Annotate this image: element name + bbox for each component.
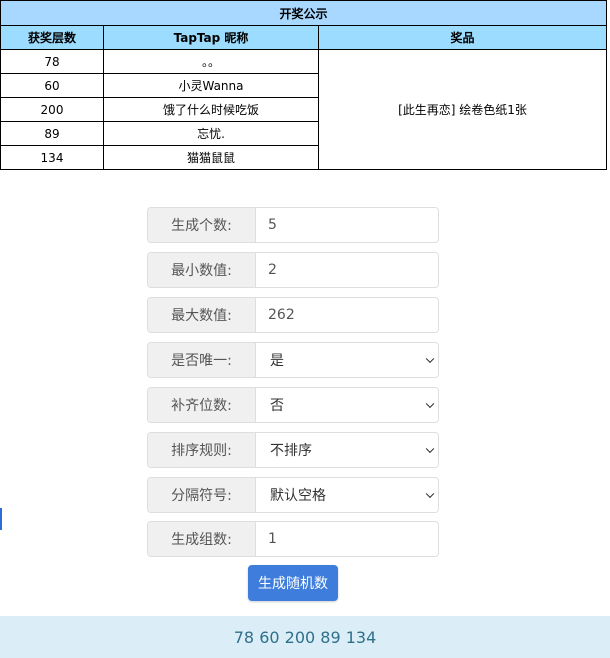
sort-value: 不排序 <box>270 443 312 459</box>
result-output: 78 60 200 89 134 <box>0 616 610 658</box>
prize-table: 开奖公示 获奖层数 TapTap 昵称 奖品 78 。。 [此生再恋] 绘卷色纸… <box>0 0 608 170</box>
max-label: 最大数值: <box>148 298 256 332</box>
table-title: 开奖公示 <box>0 0 608 26</box>
floor-cell: 60 <box>0 73 104 98</box>
pad-select[interactable]: 否 <box>256 388 438 422</box>
unique-label: 是否唯一: <box>148 343 256 377</box>
pad-value: 否 <box>270 398 284 414</box>
nickname-cell: 猫猫鼠鼠 <box>103 145 319 170</box>
min-input[interactable] <box>256 253 438 287</box>
groups-row: 生成组数: <box>147 521 439 557</box>
floor-cell: 89 <box>0 121 104 146</box>
sort-select[interactable]: 不排序 <box>256 433 438 467</box>
header-prize: 奖品 <box>317 25 608 50</box>
pad-row: 补齐位数: 否 <box>147 387 439 423</box>
count-input[interactable] <box>256 208 438 242</box>
count-label: 生成个数: <box>148 208 256 242</box>
floor-cell: 78 <box>0 49 104 74</box>
pad-label: 补齐位数: <box>148 388 256 422</box>
min-row: 最小数值: <box>147 252 439 288</box>
table-row: 78 。。 [此生再恋] 绘卷色纸1张 <box>0 49 608 170</box>
sort-label: 排序规则: <box>148 433 256 467</box>
max-row: 最大数值: <box>147 297 439 333</box>
nickname-cell: 饿了什么时候吃饭 <box>103 97 319 122</box>
nickname-cell: 小灵Wanna <box>103 73 319 98</box>
count-row: 生成个数: <box>147 207 439 243</box>
unique-row: 是否唯一: 是 <box>147 342 439 378</box>
header-floor: 获奖层数 <box>0 25 104 50</box>
unique-select[interactable]: 是 <box>256 343 438 377</box>
sort-row: 排序规则: 不排序 <box>147 432 439 468</box>
chevron-down-icon <box>425 399 435 409</box>
separator-value: 默认空格 <box>270 488 326 504</box>
separator-label: 分隔符号: <box>148 478 256 512</box>
separator-row: 分隔符号: 默认空格 <box>147 477 439 513</box>
chevron-down-icon <box>425 444 435 454</box>
prize-cell: [此生再恋] 绘卷色纸1张 <box>317 49 608 170</box>
unique-value: 是 <box>270 353 284 369</box>
max-input[interactable] <box>256 298 438 332</box>
groups-label: 生成组数: <box>148 522 256 556</box>
chevron-down-icon <box>425 489 435 499</box>
generate-button[interactable]: 生成随机数 <box>248 565 338 601</box>
floor-cell: 134 <box>0 145 104 170</box>
header-nickname: TapTap 昵称 <box>103 25 319 50</box>
nickname-cell: 。。 <box>103 49 319 74</box>
separator-select[interactable]: 默认空格 <box>256 478 438 512</box>
groups-input[interactable] <box>256 522 438 556</box>
min-label: 最小数值: <box>148 253 256 287</box>
chevron-down-icon <box>425 354 435 364</box>
floor-cell: 200 <box>0 97 104 122</box>
nickname-cell: 忘忧. <box>103 121 319 146</box>
left-edge-marker <box>0 508 2 530</box>
